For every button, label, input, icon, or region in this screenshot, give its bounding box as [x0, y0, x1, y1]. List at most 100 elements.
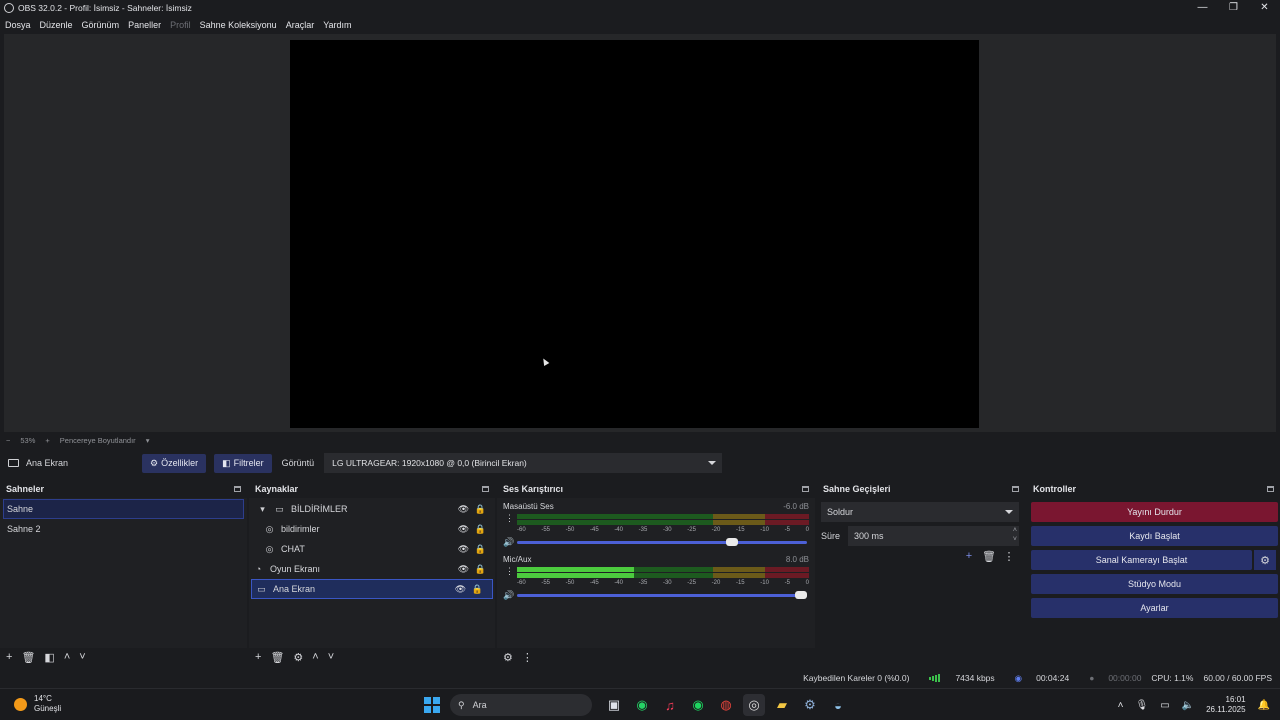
gear-icon[interactable]: ⚙: [293, 651, 303, 664]
eye-icon[interactable]: 👁: [452, 584, 469, 595]
lock-icon[interactable]: 🔒: [472, 524, 489, 535]
zoom-in-button[interactable]: +: [45, 436, 49, 445]
advanced-audio-icon[interactable]: ⚙: [503, 651, 513, 664]
add-transition-icon[interactable]: +: [959, 550, 979, 563]
lock-icon[interactable]: 🔒: [472, 504, 489, 515]
source-item[interactable]: ◎ CHAT 👁 🔒: [249, 539, 495, 559]
scene-item[interactable]: Sahne: [3, 499, 244, 519]
duration-input[interactable]: 300 ms ˄ ˅: [848, 526, 1019, 546]
task-view-icon[interactable]: ▣: [603, 694, 625, 716]
lock-icon[interactable]: 🔒: [472, 544, 489, 555]
filters-button[interactable]: ◧ Filtreler: [214, 453, 272, 473]
trash-icon[interactable]: 🗑: [979, 550, 999, 563]
display-select[interactable]: LG ULTRAGEAR: 1920x1080 @ 0,0 (Birincil …: [324, 453, 723, 473]
source-item[interactable]: ◔ Oyun Ekranı 👁 🔒: [249, 559, 495, 579]
trash-icon[interactable]: 🗑: [21, 651, 35, 664]
speaker-icon[interactable]: 🔊: [503, 537, 517, 548]
spin-arrows-icon[interactable]: ˄ ˅: [1013, 526, 1017, 544]
maximize-button[interactable]: ❐: [1218, 0, 1249, 15]
start-button[interactable]: [424, 697, 440, 713]
add-scene-icon[interactable]: +: [6, 651, 12, 663]
more-options-icon[interactable]: ⋮: [505, 567, 514, 576]
menu-edit[interactable]: Düzenle: [37, 20, 76, 30]
menu-help[interactable]: Yardım: [320, 20, 354, 30]
more-options-icon[interactable]: ⋮: [522, 651, 533, 664]
eye-icon[interactable]: 👁: [455, 544, 472, 555]
spotify-icon[interactable]: ◉: [687, 694, 709, 716]
steam-icon[interactable]: ◒: [827, 694, 849, 716]
volume-slider[interactable]: [517, 537, 807, 546]
more-options-icon[interactable]: ⋮: [999, 550, 1019, 563]
fit-to-window-label[interactable]: Pencereye Boyutlandır: [60, 436, 136, 445]
chevron-down-icon[interactable]: ▾: [146, 436, 150, 445]
properties-button[interactable]: ⚙ Özellikler: [142, 453, 207, 473]
trash-icon[interactable]: 🗑: [270, 651, 284, 664]
lock-icon[interactable]: 🔒: [472, 564, 489, 575]
stop-stream-button[interactable]: Yayını Durdur: [1031, 502, 1278, 522]
transition-select[interactable]: Soldur: [821, 502, 1019, 522]
scene-item[interactable]: Sahne 2: [3, 519, 244, 539]
microphone-icon[interactable]: 🎙: [1135, 700, 1148, 711]
move-down-icon[interactable]: ˅: [328, 651, 334, 663]
source-item[interactable]: ◎ bildirimler 👁 🔒: [249, 519, 495, 539]
undock-icon[interactable]: [1267, 486, 1274, 492]
zoom-out-button[interactable]: −: [6, 436, 10, 445]
whatsapp-icon[interactable]: ◉: [631, 694, 653, 716]
move-up-icon[interactable]: ˄: [312, 651, 318, 663]
source-item[interactable]: ▾ ▭ BİLDİRİMLER 👁 🔒: [249, 499, 495, 519]
controls-title: Kontroller: [1033, 484, 1077, 494]
weather-widget[interactable]: 14°C Güneşli: [14, 694, 61, 714]
chevron-up-icon[interactable]: ˄: [1118, 700, 1124, 711]
tick-label: -45: [589, 580, 599, 586]
filter-icon[interactable]: ◧: [44, 651, 54, 664]
eye-icon[interactable]: 👁: [455, 504, 472, 515]
undock-icon[interactable]: [234, 486, 241, 492]
network-icon[interactable]: ▭: [1160, 700, 1169, 711]
tick-label: -20: [711, 580, 721, 586]
volume-icon[interactable]: 🔈: [1182, 700, 1194, 711]
chevron-down-icon[interactable]: ▾: [257, 504, 268, 515]
taskbar-search[interactable]: ⚲ Ara: [450, 694, 592, 716]
obs-icon[interactable]: ◎: [743, 694, 765, 716]
obs-logo-icon: [4, 2, 14, 13]
undock-icon[interactable]: [1012, 486, 1019, 492]
menu-docks[interactable]: Paneller: [125, 20, 164, 30]
menu-view[interactable]: Görünüm: [79, 20, 123, 30]
notification-icon[interactable]: 🔔: [1258, 700, 1270, 711]
menu-file[interactable]: Dosya: [2, 20, 34, 30]
menu-profile[interactable]: Profil: [167, 20, 194, 30]
eye-icon[interactable]: 👁: [455, 564, 472, 575]
folder-icon: ▭: [275, 503, 284, 514]
speaker-icon[interactable]: 🔊: [503, 590, 517, 601]
menu-tools[interactable]: Araçlar: [283, 20, 318, 30]
studio-mode-button[interactable]: Stüdyo Modu: [1031, 574, 1278, 594]
lock-icon[interactable]: 🔒: [469, 584, 486, 595]
settings-button[interactable]: Ayarlar: [1031, 598, 1278, 618]
move-up-icon[interactable]: ˄: [64, 651, 70, 663]
undock-icon[interactable]: [482, 486, 489, 492]
music-icon[interactable]: ♫: [659, 694, 681, 716]
volume-slider[interactable]: [517, 590, 808, 599]
minimize-button[interactable]: —: [1187, 0, 1218, 15]
eye-icon[interactable]: 👁: [455, 524, 472, 535]
undock-icon[interactable]: [802, 486, 809, 492]
volume-slider-knob[interactable]: [795, 590, 808, 599]
more-options-icon[interactable]: ⋮: [505, 514, 514, 523]
meter-ticks: -60 -55 -50 -45 -40 -35 -30 -25 -20 -15 -10 -5 0: [517, 580, 809, 588]
clock[interactable]: 16:01 26.11.2025: [1206, 695, 1245, 715]
volume-slider-knob[interactable]: [725, 537, 738, 546]
chrome-icon[interactable]: ◍: [715, 694, 737, 716]
move-down-icon[interactable]: ˅: [79, 651, 85, 663]
menu-scene-collection[interactable]: Sahne Koleksiyonu: [197, 20, 280, 30]
add-source-icon[interactable]: +: [255, 651, 261, 663]
file-explorer-icon[interactable]: ▰: [771, 694, 793, 716]
time: 16:01: [1225, 695, 1246, 704]
current-source: Ana Ekran: [0, 458, 142, 468]
source-item[interactable]: ▭ Ana Ekran 👁 🔒: [251, 579, 493, 599]
start-virtual-camera-button[interactable]: Sanal Kamerayı Başlat: [1031, 550, 1252, 570]
close-button[interactable]: ✕: [1249, 0, 1280, 15]
start-recording-button[interactable]: Kaydı Başlat: [1031, 526, 1278, 546]
preview-canvas[interactable]: [290, 40, 979, 428]
settings-app-icon[interactable]: ⚙: [799, 694, 821, 716]
virtual-camera-settings-button[interactable]: ⚙: [1254, 550, 1276, 570]
